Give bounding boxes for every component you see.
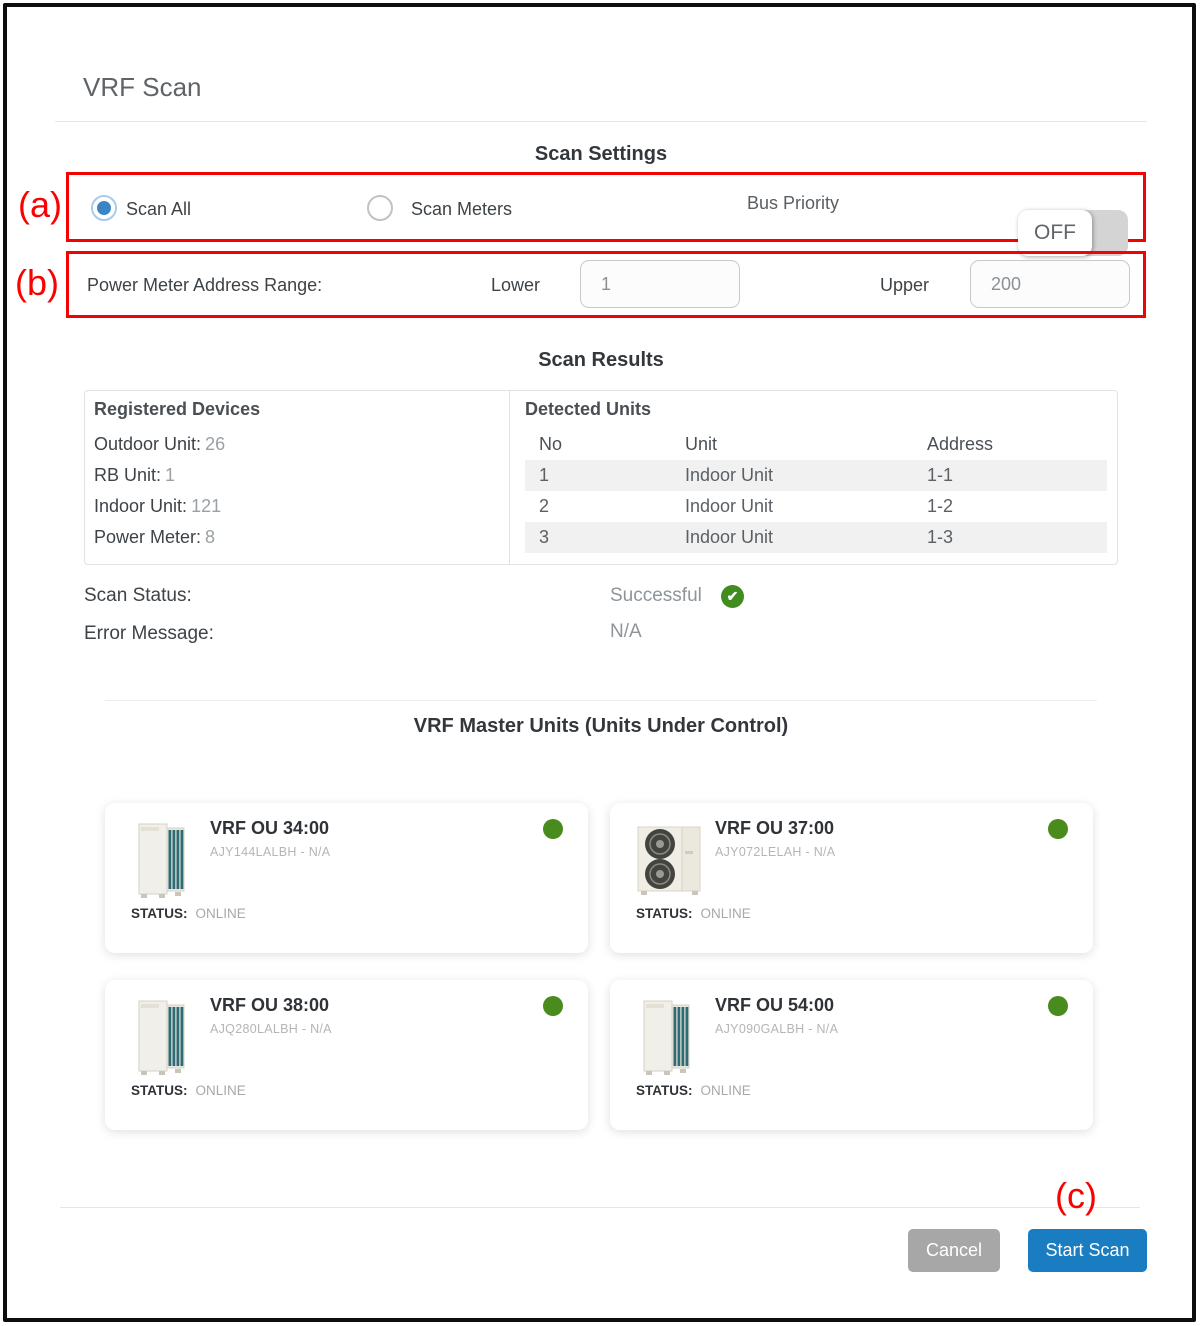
tall-outdoor-unit-image-icon bbox=[131, 996, 191, 1085]
table-row: 3 Indoor Unit 1-3 bbox=[525, 522, 1107, 553]
fan-outdoor-unit-image-icon bbox=[632, 823, 712, 902]
detected-units-panel: Detected Units No Unit Address 1 Indoor … bbox=[509, 391, 1117, 564]
column-header-no: No bbox=[539, 434, 685, 455]
unit-name: VRF OU 38:00 bbox=[210, 995, 329, 1016]
start-scan-button[interactable]: Start Scan bbox=[1028, 1229, 1147, 1272]
online-indicator-dot bbox=[543, 819, 563, 839]
radio-dot-icon bbox=[97, 201, 111, 215]
error-message-label: Error Message: bbox=[84, 623, 214, 645]
unit-card: VRF OU 34:00 AJY144LALBH - N/A STATUS:ON… bbox=[105, 803, 588, 953]
registered-item: Power Meter:8 bbox=[94, 522, 509, 553]
unit-model: AJY144LALBH - N/A bbox=[210, 845, 330, 859]
unit-status: STATUS:ONLINE bbox=[131, 906, 246, 921]
unit-card: VRF OU 38:00 AJQ280LALBH - N/A STATUS:ON… bbox=[105, 980, 588, 1130]
cancel-button[interactable]: Cancel bbox=[908, 1229, 1000, 1272]
scan-settings-heading: Scan Settings bbox=[0, 143, 1202, 166]
unit-name: VRF OU 34:00 bbox=[210, 818, 329, 839]
annotation-c: (c) bbox=[1055, 1175, 1097, 1217]
upper-input[interactable] bbox=[970, 260, 1130, 308]
unit-status: STATUS:ONLINE bbox=[636, 906, 751, 921]
unit-status: STATUS:ONLINE bbox=[131, 1083, 246, 1098]
unit-model: AJY090GALBH - N/A bbox=[715, 1022, 838, 1036]
success-check-icon: ✔ bbox=[721, 585, 744, 608]
unit-name: VRF OU 37:00 bbox=[715, 818, 834, 839]
master-units-heading: VRF Master Units (Units Under Control) bbox=[0, 715, 1202, 738]
unit-model: AJY072LELAH - N/A bbox=[715, 845, 835, 859]
scan-all-label: Scan All bbox=[126, 199, 191, 220]
registered-item: Outdoor Unit:26 bbox=[94, 429, 509, 460]
online-indicator-dot bbox=[1048, 819, 1068, 839]
vrf-scan-dialog: { "annotations": { "a": "(a)", "b": "(b)… bbox=[0, 0, 1202, 1326]
registered-item: Indoor Unit:121 bbox=[94, 491, 509, 522]
scan-status-label: Scan Status: bbox=[84, 585, 192, 607]
column-header-unit: Unit bbox=[685, 434, 927, 455]
scan-meters-label: Scan Meters bbox=[411, 199, 512, 220]
section-divider bbox=[105, 700, 1097, 701]
unit-card: VRF OU 54:00 AJY090GALBH - N/A STATUS:ON… bbox=[610, 980, 1093, 1130]
tall-outdoor-unit-image-icon bbox=[131, 819, 191, 908]
unit-model: AJQ280LALBH - N/A bbox=[210, 1022, 332, 1036]
scan-status-value: Successful bbox=[610, 585, 702, 607]
lower-label: Lower bbox=[491, 275, 540, 296]
registered-devices-title: Registered Devices bbox=[94, 399, 509, 420]
annotation-a: (a) bbox=[18, 184, 62, 226]
registered-item: RB Unit:1 bbox=[94, 460, 509, 491]
unit-card: VRF OU 37:00 AJY072LELAH - N/A STATUS:ON… bbox=[610, 803, 1093, 953]
bus-priority-label: Bus Priority bbox=[747, 193, 839, 214]
online-indicator-dot bbox=[543, 996, 563, 1016]
error-message-value: N/A bbox=[610, 621, 642, 643]
bus-priority-toggle[interactable]: OFF bbox=[1018, 210, 1128, 256]
address-range-row: Power Meter Address Range: Lower Upper bbox=[66, 251, 1146, 318]
table-row: 1 Indoor Unit 1-1 bbox=[525, 460, 1107, 491]
detected-units-header-row: No Unit Address bbox=[525, 429, 1107, 460]
scan-meters-radio[interactable] bbox=[367, 195, 393, 221]
title-divider bbox=[55, 121, 1147, 122]
results-panel: Registered Devices Outdoor Unit:26 RB Un… bbox=[84, 390, 1118, 565]
detected-units-title: Detected Units bbox=[525, 399, 1107, 420]
upper-label: Upper bbox=[880, 275, 929, 296]
scan-results-heading: Scan Results bbox=[0, 349, 1202, 372]
power-meter-range-label: Power Meter Address Range: bbox=[87, 275, 322, 296]
lower-input[interactable] bbox=[580, 260, 740, 308]
annotation-b: (b) bbox=[15, 262, 59, 304]
page-title: VRF Scan bbox=[83, 72, 202, 103]
unit-name: VRF OU 54:00 bbox=[715, 995, 834, 1016]
scan-mode-row: Scan All Scan Meters Bus Priority OFF bbox=[66, 172, 1146, 242]
table-row: 2 Indoor Unit 1-2 bbox=[525, 491, 1107, 522]
scan-all-radio[interactable] bbox=[91, 195, 117, 221]
unit-status: STATUS:ONLINE bbox=[636, 1083, 751, 1098]
online-indicator-dot bbox=[1048, 996, 1068, 1016]
toggle-knob: OFF bbox=[1018, 210, 1092, 256]
tall-outdoor-unit-image-icon bbox=[636, 996, 696, 1085]
registered-devices-panel: Registered Devices Outdoor Unit:26 RB Un… bbox=[85, 391, 509, 564]
footer-divider bbox=[60, 1207, 1140, 1208]
column-header-address: Address bbox=[927, 434, 1107, 455]
